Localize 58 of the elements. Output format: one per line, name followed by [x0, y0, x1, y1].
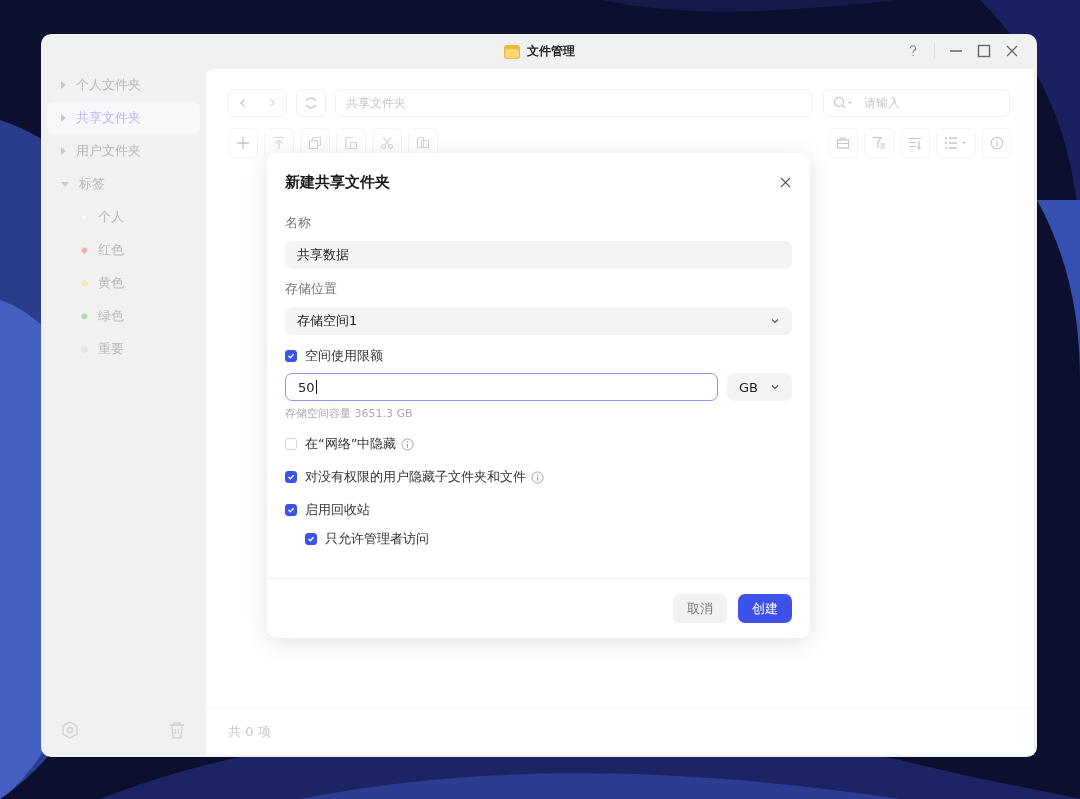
- checkbox[interactable]: [285, 471, 297, 483]
- view-button[interactable]: [936, 128, 976, 158]
- list-view-icon: [944, 136, 968, 150]
- scissors-icon: [380, 136, 394, 150]
- sort-icon: [908, 136, 922, 150]
- info-button[interactable]: [982, 128, 1012, 158]
- close-icon[interactable]: [1005, 44, 1019, 58]
- filter-button[interactable]: [864, 128, 894, 158]
- chevron-icon: [770, 382, 780, 392]
- paste-icon: [344, 136, 358, 150]
- tag-item[interactable]: 个人: [47, 201, 200, 233]
- briefcase-icon: [836, 136, 850, 150]
- folder-icon: [503, 44, 520, 59]
- settings-icon[interactable]: [61, 721, 79, 739]
- field-label: 名称: [285, 214, 312, 232]
- add-button[interactable]: [228, 128, 258, 158]
- window-title: 文件管理: [526, 43, 575, 60]
- refresh-button[interactable]: [296, 89, 326, 117]
- chevron-icon: [770, 316, 780, 326]
- maximize-icon[interactable]: [977, 44, 991, 58]
- sort-button[interactable]: [900, 128, 930, 158]
- refresh-icon: [304, 96, 318, 110]
- checkbox-label: 在“网络”中隐藏: [305, 435, 397, 453]
- info-icon[interactable]: [401, 437, 415, 451]
- info-icon[interactable]: [531, 470, 544, 484]
- filter-icon: [872, 136, 886, 150]
- create-button[interactable]: 创建: [738, 594, 792, 623]
- duplicate-icon: [416, 136, 430, 150]
- dialog-title: 新建共享文件夹: [285, 173, 390, 192]
- trash-icon[interactable]: [168, 721, 186, 739]
- checkbox-label: 只允许管理者访问: [325, 530, 429, 548]
- check-icon: [286, 472, 296, 482]
- checkbox-label: 对没有权限的用户隐藏子文件夹和文件: [305, 468, 526, 486]
- checkbox[interactable]: [285, 350, 297, 362]
- field-label: 存储位置: [285, 280, 338, 298]
- checkbox-label: 空间使用限额: [305, 347, 383, 365]
- check-icon: [286, 351, 296, 361]
- upload-icon: [272, 136, 286, 150]
- check-icon: [306, 534, 316, 544]
- name-field[interactable]: 共享数据: [285, 241, 792, 269]
- copy-icon: [308, 136, 322, 150]
- location-select[interactable]: 存储空间1: [285, 307, 792, 335]
- plus-icon: [236, 136, 250, 150]
- check-icon: [286, 505, 296, 515]
- search-icon: [833, 96, 853, 110]
- info-icon: [990, 136, 1004, 150]
- cancel-button[interactable]: 取消: [673, 594, 727, 623]
- tag-item[interactable]: 红色: [47, 234, 200, 266]
- sidebar-item[interactable]: 个人文件夹: [47, 69, 200, 101]
- quota-field[interactable]: 50: [285, 373, 718, 401]
- capacity-hint: 存储空间容量 3651.3 GB: [285, 406, 414, 421]
- unit-select[interactable]: GB: [727, 373, 792, 401]
- close-icon[interactable]: [779, 176, 792, 189]
- checkbox[interactable]: [285, 504, 297, 516]
- sidebar-item[interactable]: 共享文件夹: [47, 102, 200, 134]
- checkbox-label: 启用回收站: [305, 501, 370, 519]
- briefcase-button[interactable]: [828, 128, 858, 158]
- checkbox[interactable]: [305, 533, 317, 545]
